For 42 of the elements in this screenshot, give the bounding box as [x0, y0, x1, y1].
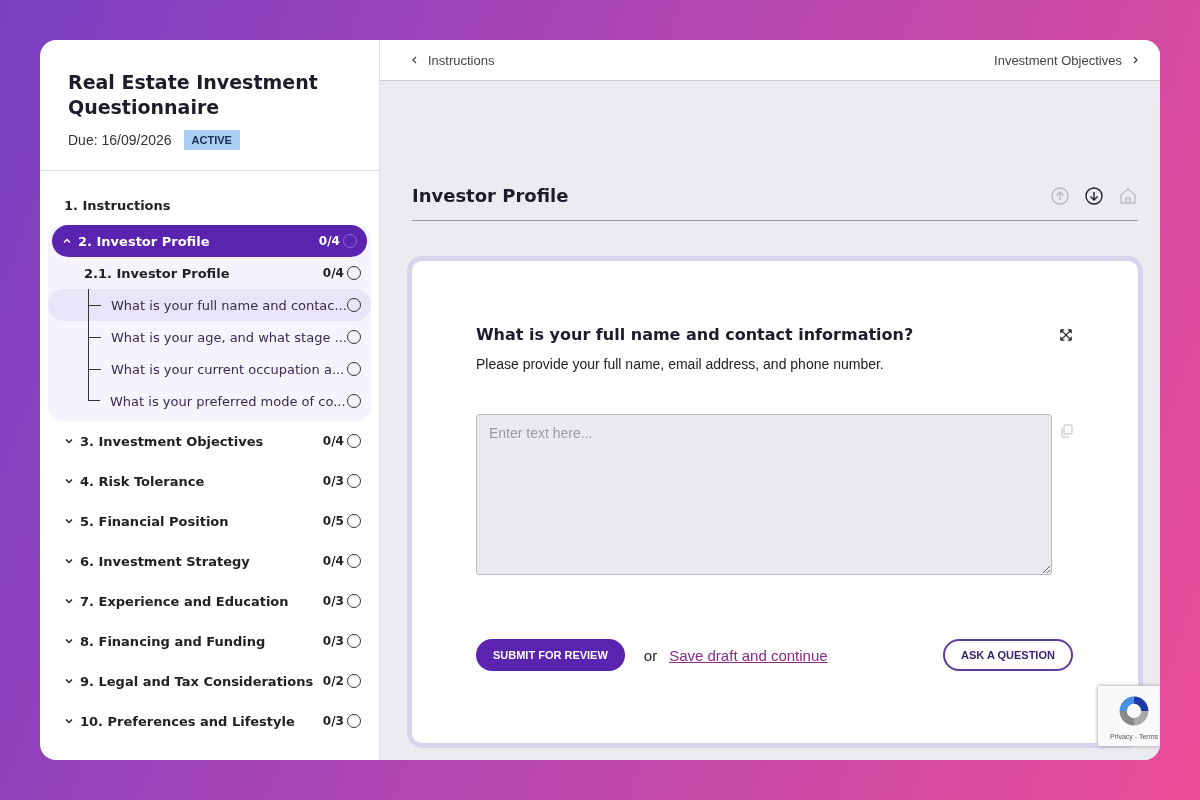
chevron-icon: [64, 676, 74, 686]
copy-icon[interactable]: [1059, 424, 1074, 438]
section-item[interactable]: 1. Instructions: [48, 185, 371, 225]
question-item[interactable]: What is your current occupation a...: [48, 353, 371, 385]
expand-icon[interactable]: [1059, 328, 1072, 341]
or-label: or: [643, 646, 658, 664]
section-item[interactable]: 6. Investment Strategy 0/4: [48, 541, 371, 581]
home-icon[interactable]: [1117, 185, 1138, 206]
section-item[interactable]: 3. Investment Objectives 0/4: [48, 421, 371, 461]
save-draft-link[interactable]: Save draft and continue: [669, 646, 828, 664]
chevron-icon: [64, 436, 74, 446]
chevron-icon: [64, 596, 74, 606]
section-item[interactable]: 8. Financing and Funding 0/3: [48, 621, 371, 661]
chevron-icon: [64, 516, 74, 526]
chevron-icon: [64, 716, 74, 726]
subsection-item[interactable]: 2.1. Investor Profile 0/4: [48, 257, 371, 289]
question-description: Please provide your full name, email address, and phone number.: [475, 356, 885, 372]
status-badge: ACTIVE: [183, 130, 240, 150]
section-item[interactable]: 5. Financial Position 0/5: [48, 501, 371, 541]
question-item[interactable]: What is your preferred mode of co...: [48, 385, 371, 417]
chevron-icon: [64, 556, 74, 566]
ask-question-button[interactable]: ASK A QUESTION: [943, 639, 1073, 671]
question-item[interactable]: What is your full name and contac...: [48, 289, 371, 321]
questionnaire-title: Real Estate Investment Questionnaire: [68, 70, 319, 120]
due-date: Due: 16/09/2026: [68, 132, 172, 148]
question-item[interactable]: What is your age, and what stage ...: [48, 321, 371, 353]
submit-button[interactable]: SUBMIT FOR REVIEW: [475, 639, 625, 671]
arrow-up-icon[interactable]: [1049, 185, 1070, 206]
section-item[interactable]: 10. Preferences and Lifestyle 0/3: [48, 701, 371, 741]
answer-field[interactable]: Enter text here...: [475, 414, 1052, 575]
question-title: What is your full name and contact information?: [475, 325, 914, 344]
chevron-icon: [64, 476, 74, 486]
section-heading: Investor Profile: [411, 185, 569, 206]
section-item[interactable]: 2. Investor Profile 0/4: [52, 225, 367, 257]
section-item[interactable]: 4. Risk Tolerance 0/3: [48, 461, 371, 501]
previous-link[interactable]: Instructions: [409, 52, 495, 68]
next-link[interactable]: Investment Objectives: [994, 52, 1140, 68]
section-item[interactable]: 7. Experience and Education 0/3: [48, 581, 371, 621]
chevron-icon: [64, 636, 74, 646]
chevron-icon: [62, 236, 72, 246]
arrow-down-icon[interactable]: [1083, 185, 1104, 206]
section-item[interactable]: 9. Legal and Tax Considerations 0/2: [48, 661, 371, 701]
